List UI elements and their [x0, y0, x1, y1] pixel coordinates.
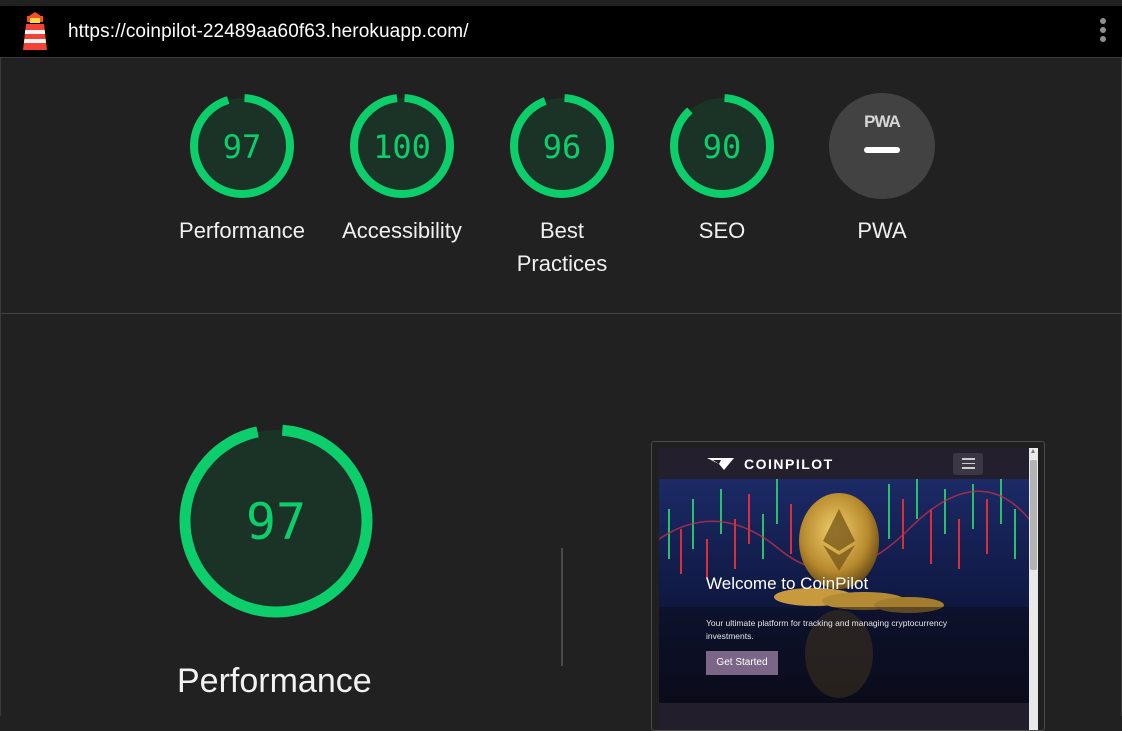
gauge-label: Performance [179, 218, 305, 243]
section-divider [561, 548, 563, 666]
pwa-badge-icon: PWA [829, 93, 935, 199]
more-options-icon[interactable] [1098, 18, 1108, 48]
gauge-seo[interactable]: 90 SEO [642, 90, 802, 247]
gauge-score: 90 [703, 128, 742, 166]
pwa-dash-icon [864, 147, 900, 153]
scroll-up-icon [1031, 449, 1035, 453]
gauge-score: 100 [373, 128, 431, 166]
gauge-performance[interactable]: 97 Performance [162, 90, 322, 247]
report-url[interactable]: https://coinpilot-22489aa60f63.herokuapp… [68, 21, 469, 43]
screenshot-scrollbar [1029, 448, 1038, 730]
hero-title: Welcome to CoinPilot [706, 574, 869, 593]
url-bar: https://coinpilot-22489aa60f63.herokuapp… [0, 6, 1122, 58]
gauge-label: Accessibility [342, 218, 462, 243]
site-brand: COINPILOT [744, 456, 834, 472]
screenshot-page: COINPILOT Welcome to CoinPilot Your ulti… [659, 448, 1029, 730]
performance-title: Performance [177, 662, 372, 700]
lighthouse-icon [23, 12, 47, 50]
gauge-ring: 96 [510, 94, 614, 198]
gauge-label: PWA [857, 218, 907, 243]
gauge-ring: 97 [190, 94, 294, 198]
gauge-ring: 100 [350, 94, 454, 198]
hero-subtitle: Your ultimate platform for tracking and … [706, 618, 948, 641]
scroll-thumb [1030, 460, 1037, 570]
performance-big-score: 97 [246, 493, 306, 551]
get-started-button: Get Started [706, 651, 778, 675]
gauge-label: Best Practices [516, 218, 608, 276]
final-screenshot[interactable]: COINPILOT Welcome to CoinPilot Your ulti… [651, 441, 1045, 731]
site-below-hero [659, 703, 1029, 730]
performance-big-gauge: 97 [179, 424, 373, 618]
gauge-accessibility[interactable]: 100 Accessibility [322, 90, 482, 247]
gauge-score: 97 [223, 128, 262, 166]
pwa-badge-text: PWA [864, 112, 900, 131]
gauge-ring: 90 [670, 94, 774, 198]
site-navbar: COINPILOT [659, 448, 1029, 479]
coinpilot-logo-icon [707, 458, 734, 470]
site-hero: Welcome to CoinPilot Your ultimate platf… [659, 479, 1029, 703]
gauge-score: 96 [543, 128, 582, 166]
gauge-label: SEO [698, 218, 746, 243]
scores-summary: 97 Performance 100 Accessibility 96 Best… [0, 58, 1122, 314]
hamburger-menu-icon [953, 453, 983, 475]
gauge-pwa[interactable]: PWA PWA [802, 90, 962, 247]
gauge-best-practices[interactable]: 96 Best Practices [482, 90, 642, 280]
performance-section: 97 Performance COINPILOT Welcome to Coin… [0, 314, 1122, 731]
